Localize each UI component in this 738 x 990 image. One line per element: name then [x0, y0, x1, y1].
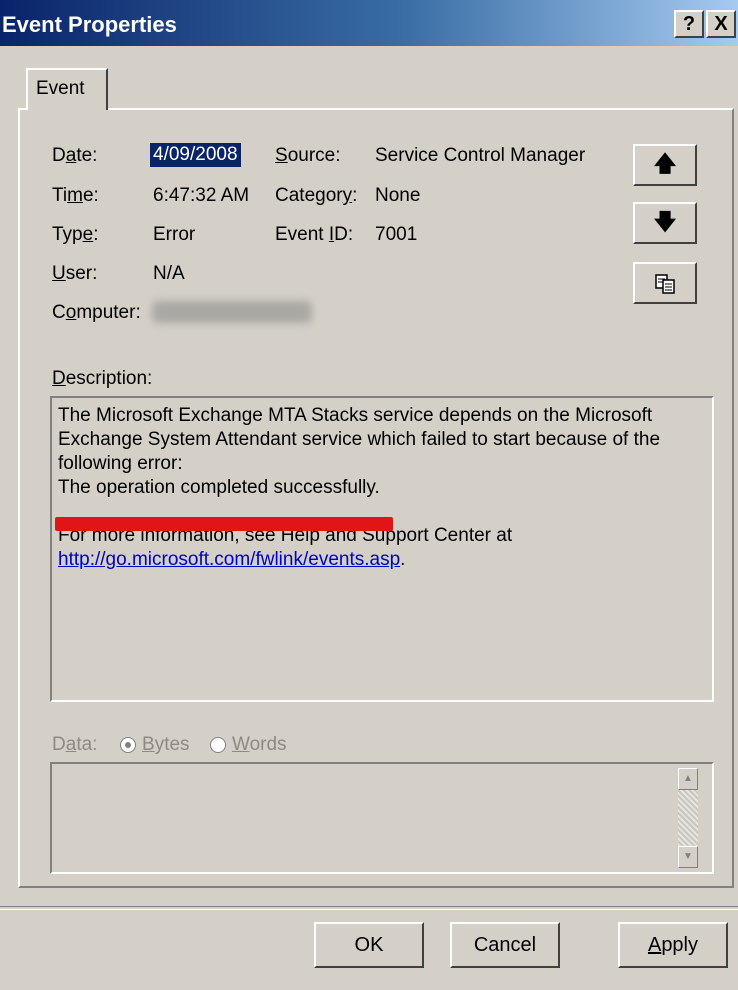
down-arrow-icon: 🡇	[653, 209, 677, 234]
description-line: The Microsoft Exchange MTA Stacks servic…	[58, 405, 653, 426]
type-label-mnemonic: e	[82, 224, 94, 245]
time-value: 6:47:32 AM	[153, 185, 250, 206]
link-suffix: .	[400, 549, 406, 570]
event-id-value: 7001	[375, 224, 418, 245]
description-line: The operation completed successfully.	[58, 477, 380, 498]
bytes-label-rest: ytes	[154, 734, 190, 755]
date-label-mnemonic: a	[65, 145, 77, 166]
user-label-post: ser:	[65, 263, 98, 284]
previous-event-button[interactable]: 🡅	[633, 144, 697, 186]
computer-label-mnemonic: o	[65, 302, 77, 323]
computer-label-post: mputer:	[76, 302, 141, 323]
event-properties-dialog: Event Properties ? X Event Date: Time: T…	[0, 0, 738, 990]
red-highlight-annotation	[55, 517, 393, 531]
apply-mnemonic: A	[647, 934, 662, 956]
computer-label: Computer:	[52, 302, 141, 324]
time-label-mnemonic: m	[67, 185, 83, 206]
user-value: N/A	[153, 263, 185, 284]
category-label-post: :	[352, 185, 358, 206]
category-label-pre: Categor	[275, 185, 343, 206]
bytes-label[interactable]: Bytes	[142, 734, 190, 756]
type-label-pre: Typ	[52, 224, 83, 245]
copy-icon	[655, 274, 675, 294]
description-label-mnemonic: D	[52, 368, 66, 389]
data-label-mnemonic: a	[65, 734, 77, 755]
type-value: Error	[153, 224, 196, 245]
computer-label-pre: C	[52, 302, 66, 323]
words-label[interactable]: Words	[232, 734, 287, 756]
description-label: Description:	[52, 368, 152, 390]
event-id-label-post: D:	[334, 224, 354, 245]
description-label-rest: escription:	[65, 368, 153, 389]
data-label-post: ta:	[76, 734, 98, 755]
data-label: Data:	[52, 734, 97, 756]
type-label: Type:	[52, 224, 98, 246]
description-line: Exchange System Attendant service which …	[58, 429, 661, 450]
category-label: Category:	[275, 185, 357, 207]
cancel-button[interactable]: Cancel	[450, 922, 560, 968]
next-event-button[interactable]: 🡇	[633, 202, 697, 244]
source-label: Source:	[275, 145, 341, 167]
date-value[interactable]: 4/09/2008	[150, 143, 241, 167]
words-label-rest: ords	[249, 734, 287, 755]
time-label-post: e:	[82, 185, 99, 206]
words-label-mnemonic: W	[232, 734, 250, 755]
user-label: User:	[52, 263, 97, 285]
category-value: None	[375, 185, 421, 206]
apply-label-rest: pply	[661, 934, 699, 956]
ok-button[interactable]: OK	[314, 922, 424, 968]
separator	[0, 906, 738, 910]
description-link-line: http://go.microsoft.com/fwlink/events.as…	[58, 548, 706, 572]
title-bar[interactable]: Event Properties ? X	[0, 0, 738, 46]
description-textbox[interactable]: The Microsoft Exchange MTA Stacks servic…	[50, 396, 714, 702]
data-label-pre: D	[52, 734, 66, 755]
computer-value-redacted	[152, 301, 312, 323]
bytes-radio[interactable]	[120, 737, 136, 753]
scroll-down-icon: ▼	[683, 851, 693, 862]
close-button[interactable]: X	[706, 10, 736, 38]
help-button[interactable]: ?	[674, 10, 704, 38]
bytes-label-mnemonic: B	[142, 734, 155, 755]
source-value: Service Control Manager	[375, 145, 586, 166]
scroll-up-icon: ▲	[683, 773, 693, 784]
tab-event[interactable]: Event	[26, 68, 108, 110]
help-link[interactable]: http://go.microsoft.com/fwlink/events.as…	[58, 549, 400, 570]
apply-button[interactable]: Apply	[618, 922, 728, 968]
type-label-post: :	[93, 224, 99, 245]
event-id-label: Event ID:	[275, 224, 353, 246]
description-line: following error:	[58, 453, 183, 474]
category-label-mnemonic: y	[342, 185, 353, 206]
time-label: Time:	[52, 185, 99, 207]
words-radio[interactable]	[210, 737, 226, 753]
source-label-mnemonic: S	[275, 145, 288, 166]
source-label-post: ource:	[287, 145, 341, 166]
scroll-down-button[interactable]: ▼	[678, 846, 698, 868]
event-id-label-pre: Event	[275, 224, 329, 245]
copy-button[interactable]	[633, 262, 697, 304]
up-arrow-icon: 🡅	[653, 151, 677, 176]
time-label-pre: Ti	[52, 185, 68, 206]
user-label-mnemonic: U	[52, 263, 66, 284]
window-title: Event Properties	[2, 12, 177, 37]
date-label: Date:	[52, 145, 97, 167]
scroll-up-button[interactable]: ▲	[678, 768, 698, 790]
data-textbox[interactable]	[50, 762, 714, 874]
date-label-post: te:	[76, 145, 98, 166]
date-label-pre: D	[52, 145, 66, 166]
